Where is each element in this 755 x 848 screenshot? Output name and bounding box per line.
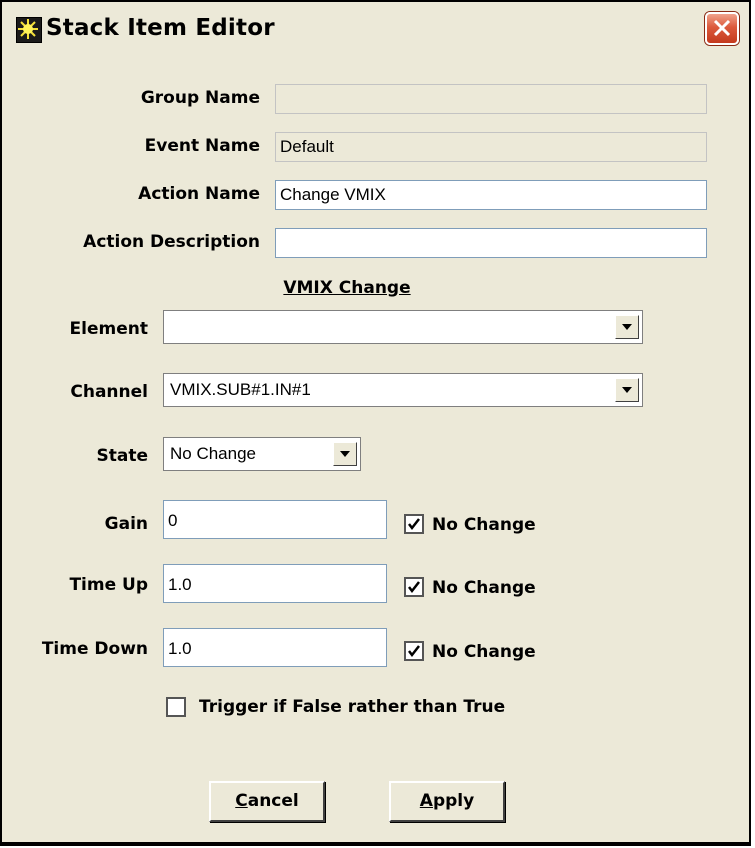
time-down-no-change-checkbox[interactable] [404, 641, 424, 661]
group-name-label: Group Name [140, 88, 260, 108]
cancel-accelerator: C [235, 791, 248, 811]
window-bottom-border [2, 842, 749, 844]
apply-accelerator: A [419, 791, 433, 811]
gain-no-change-label: No Change [432, 515, 536, 535]
time-up-no-change-label: No Change [432, 578, 536, 598]
element-label: Element [69, 319, 148, 339]
event-name-label: Event Name [144, 136, 260, 156]
time-down-label: Time Down [41, 639, 148, 659]
action-description-input[interactable] [275, 228, 707, 258]
chevron-down-icon[interactable] [615, 315, 639, 339]
close-icon [713, 19, 731, 37]
time-up-no-change-checkbox[interactable] [404, 577, 424, 597]
apply-button[interactable]: Apply [389, 781, 505, 822]
chevron-down-icon[interactable] [333, 442, 357, 466]
cancel-button[interactable]: Cancel [209, 781, 325, 822]
time-up-input[interactable]: 1.0 [163, 564, 387, 603]
action-name-label: Action Name [138, 184, 260, 204]
group-name-field [275, 84, 707, 114]
gain-input[interactable]: 0 [163, 500, 387, 539]
state-label: State [96, 446, 149, 466]
cancel-label: ancel [247, 791, 299, 811]
action-name-input[interactable]: Change VMIX [275, 180, 707, 210]
checkmark-icon [408, 581, 420, 594]
channel-dropdown[interactable]: VMIX.SUB#1.IN#1 [163, 373, 643, 407]
stack-item-editor-dialog: Stack Item Editor Group Name Event Name … [0, 0, 751, 846]
trigger-if-false-label: Trigger if False rather than True [199, 697, 506, 717]
channel-value: VMIX.SUB#1.IN#1 [170, 380, 311, 399]
trigger-if-false-checkbox[interactable] [166, 697, 186, 717]
time-up-label: Time Up [69, 575, 148, 595]
time-down-input[interactable]: 1.0 [163, 628, 387, 667]
vmix-change-heading: VMIX Change [283, 278, 411, 298]
state-value: No Change [170, 444, 257, 463]
close-button[interactable] [705, 12, 739, 45]
chevron-down-icon[interactable] [615, 378, 639, 402]
title-bar[interactable]: Stack Item Editor [4, 4, 747, 54]
action-description-label: Action Description [83, 232, 260, 252]
time-down-no-change-label: No Change [432, 642, 536, 662]
checkmark-icon [408, 518, 420, 531]
checkmark-icon [408, 645, 420, 658]
element-dropdown[interactable] [163, 310, 643, 344]
gain-label: Gain [104, 514, 148, 534]
dialog-title: Stack Item Editor [46, 15, 275, 41]
gain-no-change-checkbox[interactable] [404, 514, 424, 534]
apply-label: pply [432, 791, 475, 811]
channel-label: Channel [70, 382, 148, 402]
sun-burst-icon [16, 17, 42, 43]
state-dropdown[interactable]: No Change [163, 437, 361, 471]
event-name-field: Default [275, 132, 707, 162]
